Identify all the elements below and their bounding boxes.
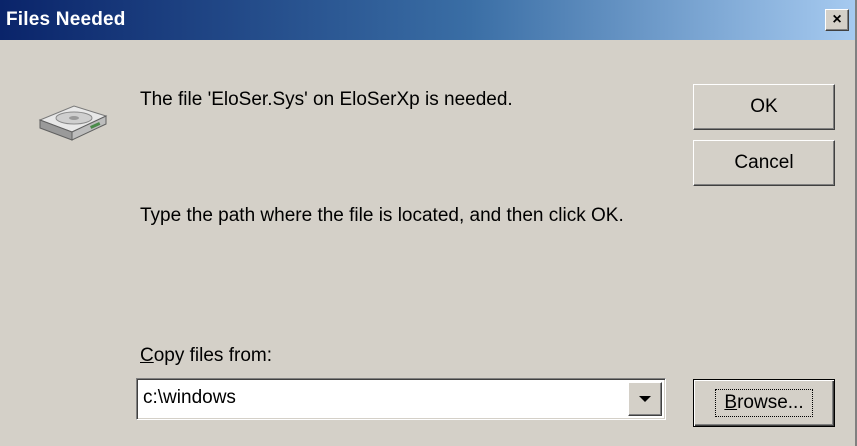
copy-files-from-combobox[interactable]: c:\windows	[136, 378, 666, 420]
window-title: Files Needed	[6, 9, 126, 30]
message-instructions: Type the path where the file is located,…	[140, 205, 624, 226]
ok-button-label: OK	[750, 96, 778, 117]
cancel-button-label: Cancel	[734, 152, 794, 173]
title-bar[interactable]: Files Needed ×	[0, 0, 855, 40]
copy-label-accelerator: C	[140, 345, 154, 366]
copy-label-text: opy files from:	[153, 345, 272, 366]
browse-button[interactable]: Browse...	[693, 379, 835, 427]
cancel-button[interactable]: Cancel	[693, 140, 835, 186]
browse-button-label: Browse...	[715, 389, 813, 417]
disk-drive-icon	[38, 105, 108, 141]
copy-files-from-value: c:\windows	[143, 387, 236, 408]
combo-dropdown-button[interactable]	[628, 382, 662, 416]
close-icon: ×	[832, 11, 842, 28]
browse-accelerator: B	[724, 392, 738, 413]
chevron-down-icon	[639, 396, 651, 402]
files-needed-dialog: Files Needed × The file 'EloSer.Sys' on …	[0, 0, 857, 446]
ok-button[interactable]: OK	[693, 84, 835, 130]
browse-label-text: rowse...	[737, 392, 804, 413]
message-file-needed: The file 'EloSer.Sys' on EloSerXp is nee…	[140, 89, 513, 110]
close-button[interactable]: ×	[825, 9, 849, 31]
copy-files-from-label: Copy files from:	[140, 344, 272, 368]
